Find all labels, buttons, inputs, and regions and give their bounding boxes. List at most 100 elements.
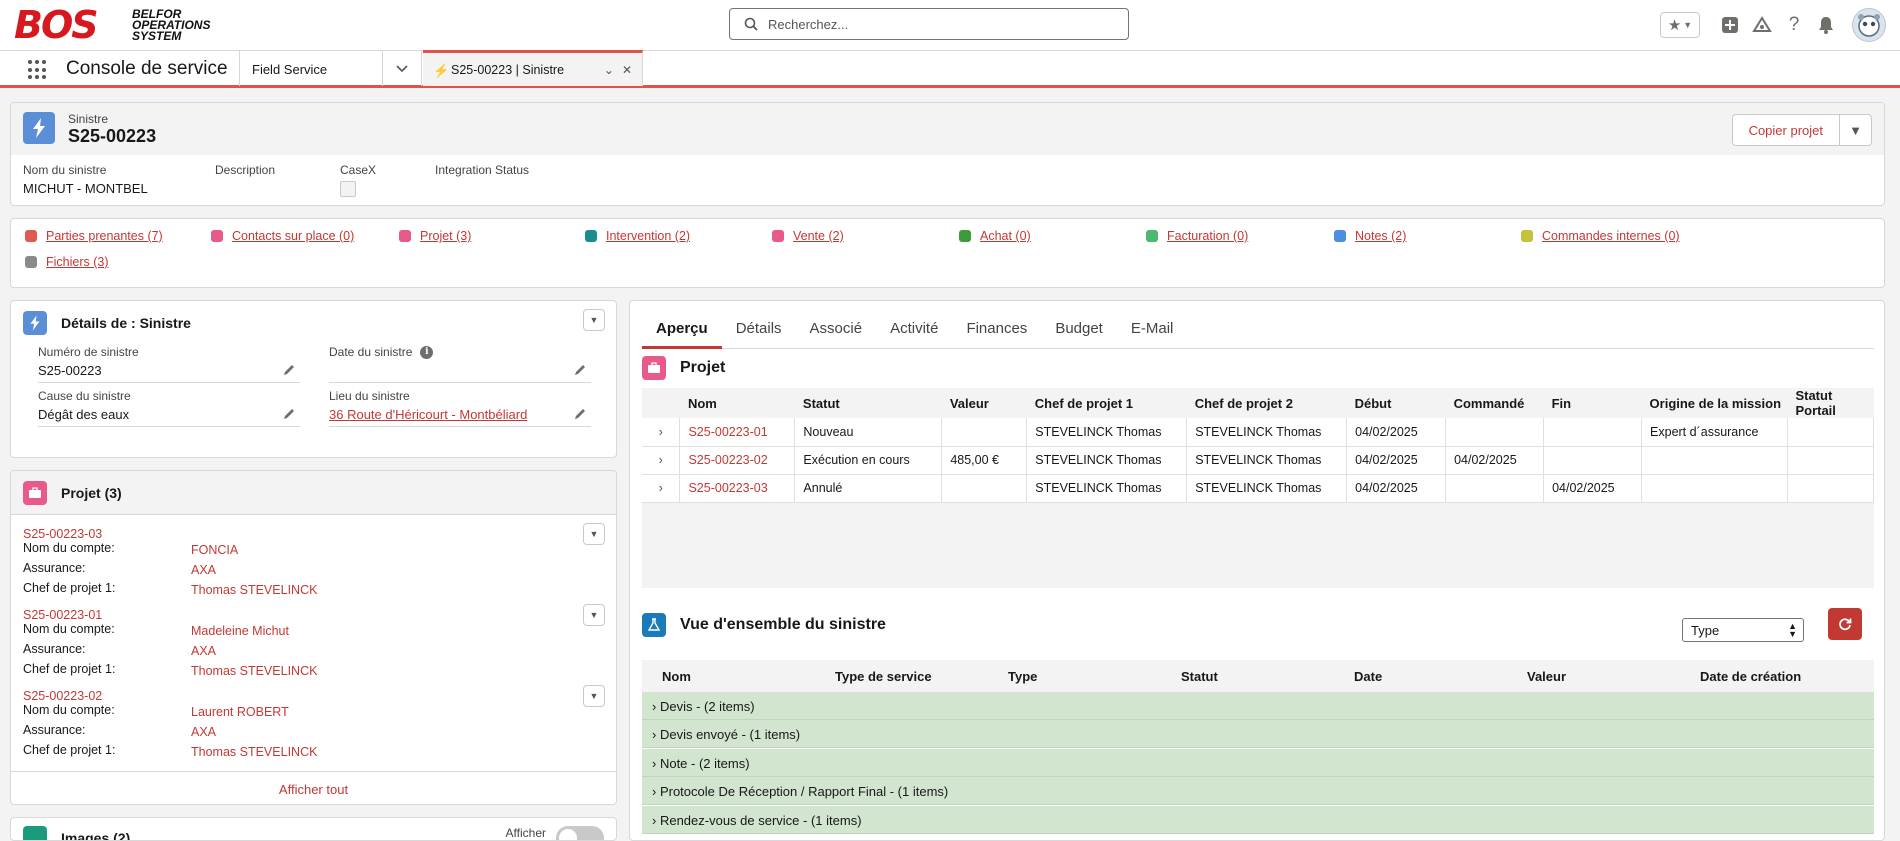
- brand-logo[interactable]: BOS BELFOR OPERATIONS SYSTEM: [14, 5, 214, 45]
- user-avatar[interactable]: [1852, 8, 1886, 42]
- row-actions-button[interactable]: ▼: [583, 523, 605, 545]
- casex-checkbox[interactable]: [340, 181, 356, 197]
- manager-link[interactable]: Thomas STEVELINCK: [191, 581, 317, 597]
- expand-row-chevron-icon[interactable]: ›: [642, 446, 681, 475]
- search-icon: [744, 17, 758, 31]
- manager-link[interactable]: Thomas STEVELINCK: [191, 662, 317, 678]
- copy-project-button[interactable]: Copier projet: [1731, 114, 1840, 146]
- more-actions-button[interactable]: ▼: [1840, 114, 1872, 146]
- close-tab-icon[interactable]: ✕: [622, 63, 632, 77]
- tab-email[interactable]: E-Mail: [1117, 313, 1188, 349]
- quick-link-achat[interactable]: Achat (0): [959, 229, 1031, 243]
- project-link[interactable]: S25-00223-02: [23, 689, 603, 703]
- edit-pencil-icon[interactable]: [282, 363, 296, 377]
- group-row-devis[interactable]: › Devis - (2 items): [642, 692, 1874, 720]
- tab-menu-chevron-icon[interactable]: ⌄: [604, 63, 614, 77]
- group-row-note[interactable]: › Note - (2 items): [642, 749, 1874, 777]
- project-link[interactable]: S25-00223-02: [679, 446, 796, 475]
- global-search[interactable]: [729, 8, 1129, 40]
- workspace-tab-label: S25-00223 | Sinistre: [451, 62, 565, 77]
- refresh-button[interactable]: [1828, 608, 1862, 640]
- column-header[interactable]: Valeur: [942, 388, 1027, 418]
- group-by-select[interactable]: Type ▲ ▼: [1682, 618, 1804, 642]
- column-header[interactable]: Statut: [795, 388, 942, 418]
- manager-link[interactable]: Thomas STEVELINCK: [191, 743, 317, 759]
- workspace-tab-sinistre[interactable]: ⚡ S25-00223 | Sinistre ⌄ ✕: [423, 50, 643, 86]
- app-launcher-icon[interactable]: [28, 60, 48, 80]
- show-all-link[interactable]: Afficher tout: [11, 771, 616, 805]
- logo-text: BELFOR OPERATIONS SYSTEM: [132, 7, 211, 43]
- address-link[interactable]: 36 Route d'Héricourt - Montbéliard: [329, 407, 527, 422]
- edit-pencil-icon[interactable]: [573, 363, 587, 377]
- expand-row-chevron-icon[interactable]: ›: [642, 474, 681, 503]
- group-row-devis-envoye[interactable]: › Devis envoyé - (1 items): [642, 720, 1874, 748]
- column-header[interactable]: Valeur: [1507, 660, 1680, 692]
- project-link[interactable]: S25-00223-03: [23, 527, 603, 541]
- lightning-icon: ⚡: [433, 62, 450, 78]
- column-header[interactable]: Chef de projet 1: [1027, 388, 1187, 418]
- column-header[interactable]: Commandé: [1446, 388, 1544, 418]
- column-header[interactable]: Fin: [1544, 388, 1642, 418]
- tab-associe[interactable]: Associé: [796, 313, 877, 349]
- row-actions-button[interactable]: ▼: [583, 685, 605, 707]
- quick-link-fichiers[interactable]: Fichiers (3): [25, 255, 109, 269]
- notifications-bell-icon[interactable]: [1816, 15, 1836, 35]
- column-header[interactable]: Statut Portail: [1787, 388, 1873, 418]
- quick-link-projet[interactable]: Projet (3): [399, 229, 471, 243]
- account-link[interactable]: Madeleine Michut: [191, 622, 289, 638]
- tab-details[interactable]: Détails: [722, 313, 796, 349]
- tab-finances[interactable]: Finances: [952, 313, 1041, 349]
- quick-link-parties-prenantes[interactable]: Parties prenantes (7): [25, 229, 163, 243]
- insurance-link[interactable]: AXA: [191, 642, 216, 658]
- project-link[interactable]: S25-00223-01: [23, 608, 603, 622]
- account-link[interactable]: FONCIA: [191, 541, 238, 557]
- group-row-rendez-vous[interactable]: › Rendez-vous de service - (1 items): [642, 806, 1874, 834]
- insurance-link[interactable]: AXA: [191, 561, 216, 577]
- column-header[interactable]: Type de service: [815, 660, 988, 692]
- tab-budget[interactable]: Budget: [1041, 313, 1117, 349]
- search-input[interactable]: [768, 15, 1108, 33]
- group-row-protocole[interactable]: › Protocole De Réception / Rapport Final…: [642, 777, 1874, 805]
- tab-apercu[interactable]: Aperçu: [642, 313, 722, 349]
- details-card-menu-button[interactable]: ▼: [583, 309, 605, 331]
- trailhead-icon[interactable]: [1752, 15, 1772, 35]
- navigation-menu-chevron-icon[interactable]: [382, 51, 422, 86]
- column-header[interactable]: Nom: [642, 660, 815, 692]
- account-link[interactable]: Laurent ROBERT: [191, 703, 289, 719]
- column-header[interactable]: Nom: [680, 388, 795, 418]
- edit-pencil-icon[interactable]: [573, 407, 587, 421]
- notes-icon: [1334, 230, 1346, 242]
- column-header[interactable]: Statut: [1161, 660, 1334, 692]
- column-header[interactable]: Chef de projet 2: [1187, 388, 1347, 418]
- info-icon[interactable]: i: [420, 345, 434, 359]
- project-link[interactable]: S25-00223-01: [679, 418, 796, 447]
- column-header[interactable]: Type: [988, 660, 1161, 692]
- project-link[interactable]: S25-00223-03: [679, 474, 796, 503]
- show-images-toggle[interactable]: [556, 826, 604, 840]
- column-header[interactable]: Origine de la mission: [1642, 388, 1788, 418]
- quick-link-intervention[interactable]: Intervention (2): [585, 229, 690, 243]
- insurance-link[interactable]: AXA: [191, 723, 216, 739]
- nav-tab-field-service[interactable]: Field Service: [239, 51, 382, 86]
- header-field-nom-du-sinistre: Nom du sinistre MICHUT - MONTBEL: [23, 163, 148, 196]
- select-arrows-icon: ▲ ▼: [1788, 621, 1797, 639]
- column-header[interactable]: Date de création: [1680, 660, 1874, 692]
- expand-row-chevron-icon[interactable]: ›: [642, 418, 681, 447]
- tab-activite[interactable]: Activité: [876, 313, 952, 349]
- add-icon[interactable]: [1720, 15, 1740, 35]
- row-actions-button[interactable]: ▼: [583, 604, 605, 626]
- table-row: › S25-00223-01 Nouveau STEVELINCK Thomas…: [642, 418, 1874, 447]
- quick-link-contacts-sur-place[interactable]: Contacts sur place (0): [211, 229, 354, 243]
- field-numero-de-sinistre: Numéro de sinistre S25-00223: [38, 345, 300, 383]
- image-icon: [23, 826, 47, 840]
- edit-pencil-icon[interactable]: [282, 407, 296, 421]
- quick-link-notes[interactable]: Notes (2): [1334, 229, 1406, 243]
- quick-link-commandes-internes[interactable]: Commandes internes (0): [1521, 229, 1680, 243]
- column-header[interactable]: Début: [1347, 388, 1446, 418]
- quick-link-facturation[interactable]: Facturation (0): [1146, 229, 1248, 243]
- help-icon[interactable]: ?: [1784, 14, 1804, 35]
- favorites-button[interactable]: ★ ▼: [1660, 12, 1700, 38]
- column-header[interactable]: Date: [1334, 660, 1507, 692]
- related-list-quick-links: Parties prenantes (7) Contacts sur place…: [10, 218, 1885, 288]
- quick-link-vente[interactable]: Vente (2): [772, 229, 844, 243]
